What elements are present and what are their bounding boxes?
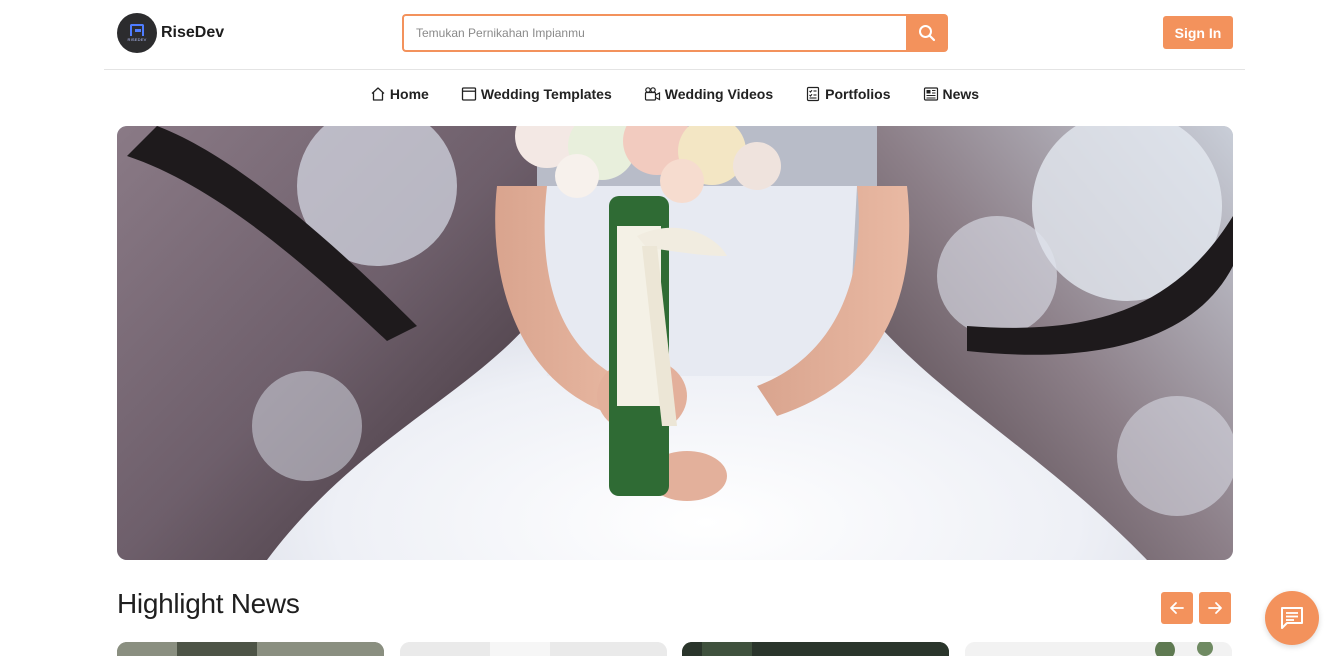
nav-item-news[interactable]: News [923,86,980,102]
news-card[interactable] [400,642,667,656]
nav-item-wedding-videos[interactable]: Wedding Videos [644,86,773,102]
logo-small-text: RISEDEV [127,37,147,42]
main-nav: Home Wedding Templates Wedding Videos Po… [0,86,1341,102]
video-camera-icon [644,87,660,101]
search-input[interactable] [402,14,906,52]
carousel-next-button[interactable] [1199,592,1231,624]
sign-in-button[interactable]: Sign In [1163,16,1233,49]
nav-item-wedding-templates[interactable]: Wedding Templates [461,86,612,102]
news-card-thumbnail [117,642,384,656]
chat-button[interactable] [1265,591,1319,645]
nav-item-portfolios[interactable]: Portfolios [805,86,891,102]
newspaper-icon [923,87,938,101]
carousel-prev-button[interactable] [1161,592,1193,624]
hero-banner[interactable] [117,126,1233,560]
news-card[interactable] [117,642,384,656]
search-icon [919,25,936,42]
news-carousel [117,642,1233,656]
checklist-icon [807,86,820,102]
bride-holding-bouquet-photo [117,126,1233,560]
logo-mark-icon [130,24,144,36]
nav-label-news: News [942,86,980,102]
news-card[interactable] [965,642,1232,656]
nav-label-home: Home [389,86,429,102]
nav-label-portfolios: Portfolios [825,86,891,102]
search-bar [402,14,948,52]
nav-item-home[interactable]: Home [370,86,429,102]
browser-window-icon [461,87,476,101]
arrow-right-icon [1208,602,1222,614]
section-title-highlight-news: Highlight News [117,588,300,619]
brand-name: RiseDev [161,24,225,41]
chat-icon [1281,607,1303,629]
search-button[interactable] [906,14,948,52]
logo-badge: RISEDEV [117,13,157,53]
news-card-thumbnail [400,642,667,656]
news-card-thumbnail [965,642,1232,656]
logo[interactable]: RISEDEV RiseDev [117,13,224,53]
header: RISEDEV RiseDev Sign In [104,0,1245,70]
nav-label-wedding-videos: Wedding Videos [664,86,774,102]
news-card-thumbnail [682,642,949,656]
news-card[interactable] [682,642,949,656]
arrow-left-icon [1170,602,1184,614]
nav-label-wedding-templates: Wedding Templates [480,86,612,102]
home-icon [371,87,385,101]
